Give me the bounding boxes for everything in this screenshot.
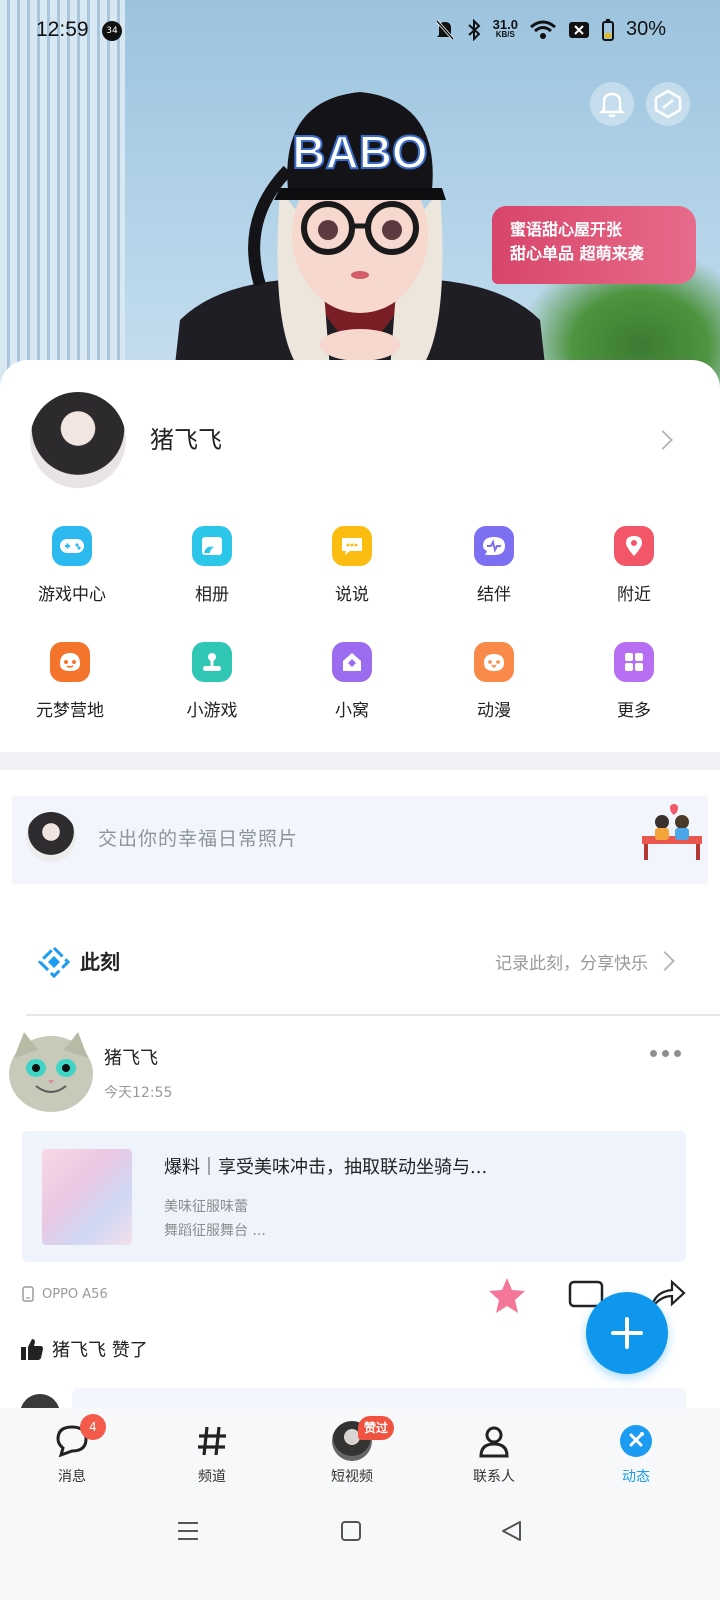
plus-icon <box>611 1317 643 1349</box>
profile-chevron-icon[interactable] <box>653 430 673 450</box>
grid-item-yuanmeng-camp[interactable]: 元梦营地 <box>0 642 142 721</box>
promo-line1: 蜜语甜心屋开张 <box>510 220 623 239</box>
status-bar: 12:59 34 31.0 KB/S 30% <box>0 0 720 62</box>
divider-line <box>26 1014 720 1016</box>
tab-short-video[interactable]: 赞过 短视频 <box>280 1416 424 1486</box>
chat-icon <box>332 526 372 566</box>
moment-chevron-icon <box>655 951 675 971</box>
shared-article-thumbnail <box>42 1149 132 1245</box>
cap-text: BABO <box>292 126 427 178</box>
home-button-icon[interactable] <box>340 1520 362 1542</box>
hashtag-icon <box>198 1426 226 1456</box>
status-time: 12:59 <box>36 18 89 41</box>
couple-bench-icon <box>642 804 702 860</box>
post-composer[interactable]: 交出你的幸福日常照片 <box>12 796 708 884</box>
thumbs-up-icon <box>21 1339 43 1360</box>
moments-icon <box>620 1425 652 1457</box>
profile-name[interactable]: 猪飞飞 <box>150 420 222 455</box>
grid-item-shuoshuo[interactable]: 说说 <box>280 526 424 605</box>
moment-hint: 记录此刻，分享快乐 <box>495 954 648 974</box>
bell-icon <box>598 92 626 118</box>
liked-by-text: 猪飞飞 赞了 <box>52 1340 148 1361</box>
joystick-icon <box>192 642 232 682</box>
composer-avatar <box>26 812 76 862</box>
recent-apps-icon[interactable] <box>176 1520 200 1542</box>
moment-title: 此刻 <box>80 950 120 974</box>
grid-item-partner[interactable]: 结伴 <box>422 526 566 605</box>
star-like-icon[interactable] <box>486 1276 528 1316</box>
grid-item-label: 说说 <box>335 585 369 605</box>
feed-author-avatar[interactable] <box>6 1028 96 1114</box>
liked-by-row[interactable]: 猪飞飞 赞了 <box>20 1336 148 1362</box>
grid-item-label: 游戏中心 <box>38 585 106 605</box>
shared-article-card[interactable]: 爆料｜享受美味冲击，抽取联动坐骑与... 美味征服味蕾 舞蹈征服舞台 ... <box>22 1131 686 1262</box>
tab-contacts[interactable]: 联系人 <box>422 1420 566 1486</box>
tab-moments[interactable]: 动态 <box>564 1420 708 1486</box>
mute-bell-icon <box>435 19 454 40</box>
profile-avatar[interactable] <box>30 392 126 488</box>
settings-hexagon-button[interactable] <box>646 82 690 126</box>
bottom-nav: 4 消息 频道 赞过 短视频 联系人 动态 <box>0 1408 720 1500</box>
camp-icon <box>50 642 90 682</box>
grid-item-nearby[interactable]: 附近 <box>562 526 706 605</box>
grid-item-game-center[interactable]: 游戏中心 <box>0 526 144 605</box>
album-icon <box>192 526 232 566</box>
profile-card: 猪飞飞 游戏中心 相册 说说 结伴 附近 元梦营地 小游戏 小窝 动漫 更多 <box>0 360 720 752</box>
location-icon <box>614 526 654 566</box>
promo-banner[interactable]: 蜜语甜心屋开张 甜心单品 超萌来袭 <box>492 206 696 284</box>
more-grid-icon <box>614 642 654 682</box>
device-name: OPPO A56 <box>42 1286 108 1302</box>
grid-item-label: 元梦营地 <box>36 701 104 721</box>
short-video-badge: 赞过 <box>358 1416 395 1440</box>
grid-item-more[interactable]: 更多 <box>562 642 706 721</box>
grid-item-anime[interactable]: 动漫 <box>422 642 566 721</box>
moment-row[interactable]: 此刻 记录此刻，分享快乐 <box>0 930 720 990</box>
sim-off-icon <box>568 21 589 38</box>
grid-item-nest[interactable]: 小窝 <box>280 642 424 721</box>
back-icon[interactable] <box>500 1520 522 1542</box>
grid-item-label: 结伴 <box>477 585 511 605</box>
composer-placeholder: 交出你的幸福日常照片 <box>98 828 299 850</box>
tab-channels[interactable]: 频道 <box>140 1420 284 1486</box>
more-options-icon[interactable] <box>650 1050 681 1057</box>
section-divider <box>0 752 720 770</box>
messages-badge: 4 <box>80 1414 106 1440</box>
shared-article-summary: 美味征服味蕾 舞蹈征服舞台 ... <box>164 1199 266 1239</box>
wifi-icon <box>530 20 556 39</box>
feed-author-name[interactable]: 猪飞飞 <box>104 1044 158 1070</box>
feed-timestamp: 今天12:55 <box>104 1085 173 1101</box>
phone-icon <box>22 1286 34 1302</box>
hexagon-icon <box>654 89 682 119</box>
notification-button[interactable] <box>590 82 634 126</box>
bluetooth-icon <box>467 18 481 41</box>
grid-item-album[interactable]: 相册 <box>140 526 284 605</box>
grid-item-label: 相册 <box>195 585 229 605</box>
contacts-icon <box>479 1426 509 1458</box>
device-info: OPPO A56 <box>22 1286 108 1302</box>
grid-item-label: 更多 <box>617 701 651 721</box>
promo-line2: 甜心单品 超萌来袭 <box>510 244 644 263</box>
notification-count-badge: 34 <box>102 21 122 41</box>
system-navigation-bar <box>0 1500 720 1600</box>
grid-item-label: 动漫 <box>477 701 511 721</box>
tab-messages[interactable]: 4 消息 <box>0 1414 144 1486</box>
moment-icon <box>38 946 70 978</box>
pulse-icon <box>474 526 514 566</box>
grid-item-label: 附近 <box>617 585 651 605</box>
shared-article-title: 爆料｜享受美味冲击，抽取联动坐骑与... <box>164 1157 488 1178</box>
gamepad-icon <box>52 526 92 566</box>
create-post-button[interactable] <box>586 1292 668 1374</box>
network-speed: 31.0 KB/S <box>492 16 518 39</box>
grid-item-label: 小窝 <box>335 701 369 721</box>
grid-item-label: 小游戏 <box>186 701 238 721</box>
home-icon <box>332 642 372 682</box>
battery-percent: 30% <box>625 18 666 40</box>
anime-icon <box>474 642 514 682</box>
grid-item-mini-games[interactable]: 小游戏 <box>140 642 284 721</box>
hero-banner[interactable]: BABO 12:59 34 31.0 KB/S 30% 蜜语甜心屋开张 甜心单品… <box>0 0 720 410</box>
battery-icon <box>601 18 614 41</box>
